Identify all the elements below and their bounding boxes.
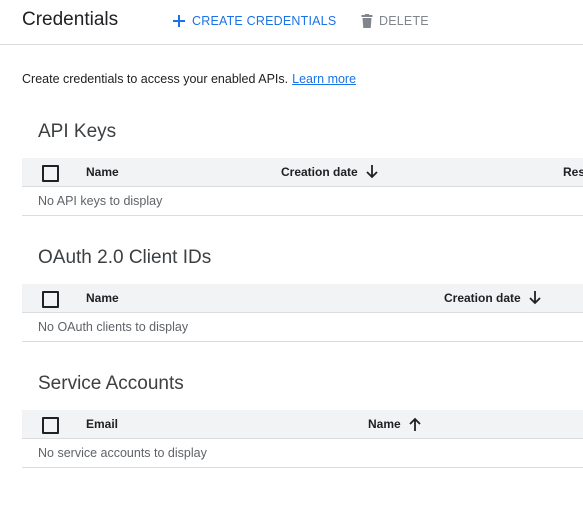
column-header-label: Creation date [444,291,521,305]
oauth-title: OAuth 2.0 Client IDs [38,247,212,268]
plus-icon [173,15,185,27]
empty-row: No OAuth clients to display [22,313,583,342]
column-header-email[interactable]: Email [86,417,118,431]
column-header-name[interactable]: Name [86,291,119,305]
table-header: Name Creation date [22,284,583,313]
intro-description: Create credentials to access your enable… [22,72,289,86]
table-header: Name Creation date Res [22,158,583,187]
column-header-creation-date[interactable]: Creation date [444,291,541,305]
column-header-label: Name [368,417,401,431]
column-header-label: Creation date [281,165,358,179]
create-credentials-label: CREATE CREDENTIALS [192,14,337,28]
oauth-table: Name Creation date No OAuth clients to d… [22,284,583,342]
trash-icon [361,14,373,28]
page-title: Credentials [22,9,119,30]
column-header-creation-date[interactable]: Creation date [281,165,378,179]
service-accounts-title: Service Accounts [38,373,184,394]
empty-message: No OAuth clients to display [38,320,189,334]
arrow-down-icon [366,165,378,179]
column-header-restrictions[interactable]: Res [563,165,583,179]
empty-message: No service accounts to display [38,446,207,460]
delete-label: DELETE [379,14,429,28]
column-header-name[interactable]: Name [368,417,421,431]
api-keys-table: Name Creation date Res No API keys to di… [22,158,583,216]
top-bar: Credentials CREATE CREDENTIALS DELETE [0,0,583,45]
api-keys-title: API Keys [38,121,117,142]
select-all-checkbox[interactable] [42,291,59,308]
delete-button[interactable]: DELETE [361,11,429,31]
learn-more-link[interactable]: Learn more [292,72,356,86]
select-all-checkbox[interactable] [42,417,59,434]
create-credentials-button[interactable]: CREATE CREDENTIALS [172,11,336,31]
table-header: Email Name [22,410,583,439]
service-accounts-table: Email Name No service accounts to displa… [22,410,583,468]
column-header-name[interactable]: Name [86,165,119,179]
select-all-checkbox[interactable] [42,165,59,182]
arrow-up-icon [409,417,421,431]
empty-message: No API keys to display [38,194,163,208]
arrow-down-icon [529,291,541,305]
empty-row: No API keys to display [22,187,583,216]
intro-text: Create credentials to access your enable… [22,72,356,86]
empty-row: No service accounts to display [22,439,583,468]
